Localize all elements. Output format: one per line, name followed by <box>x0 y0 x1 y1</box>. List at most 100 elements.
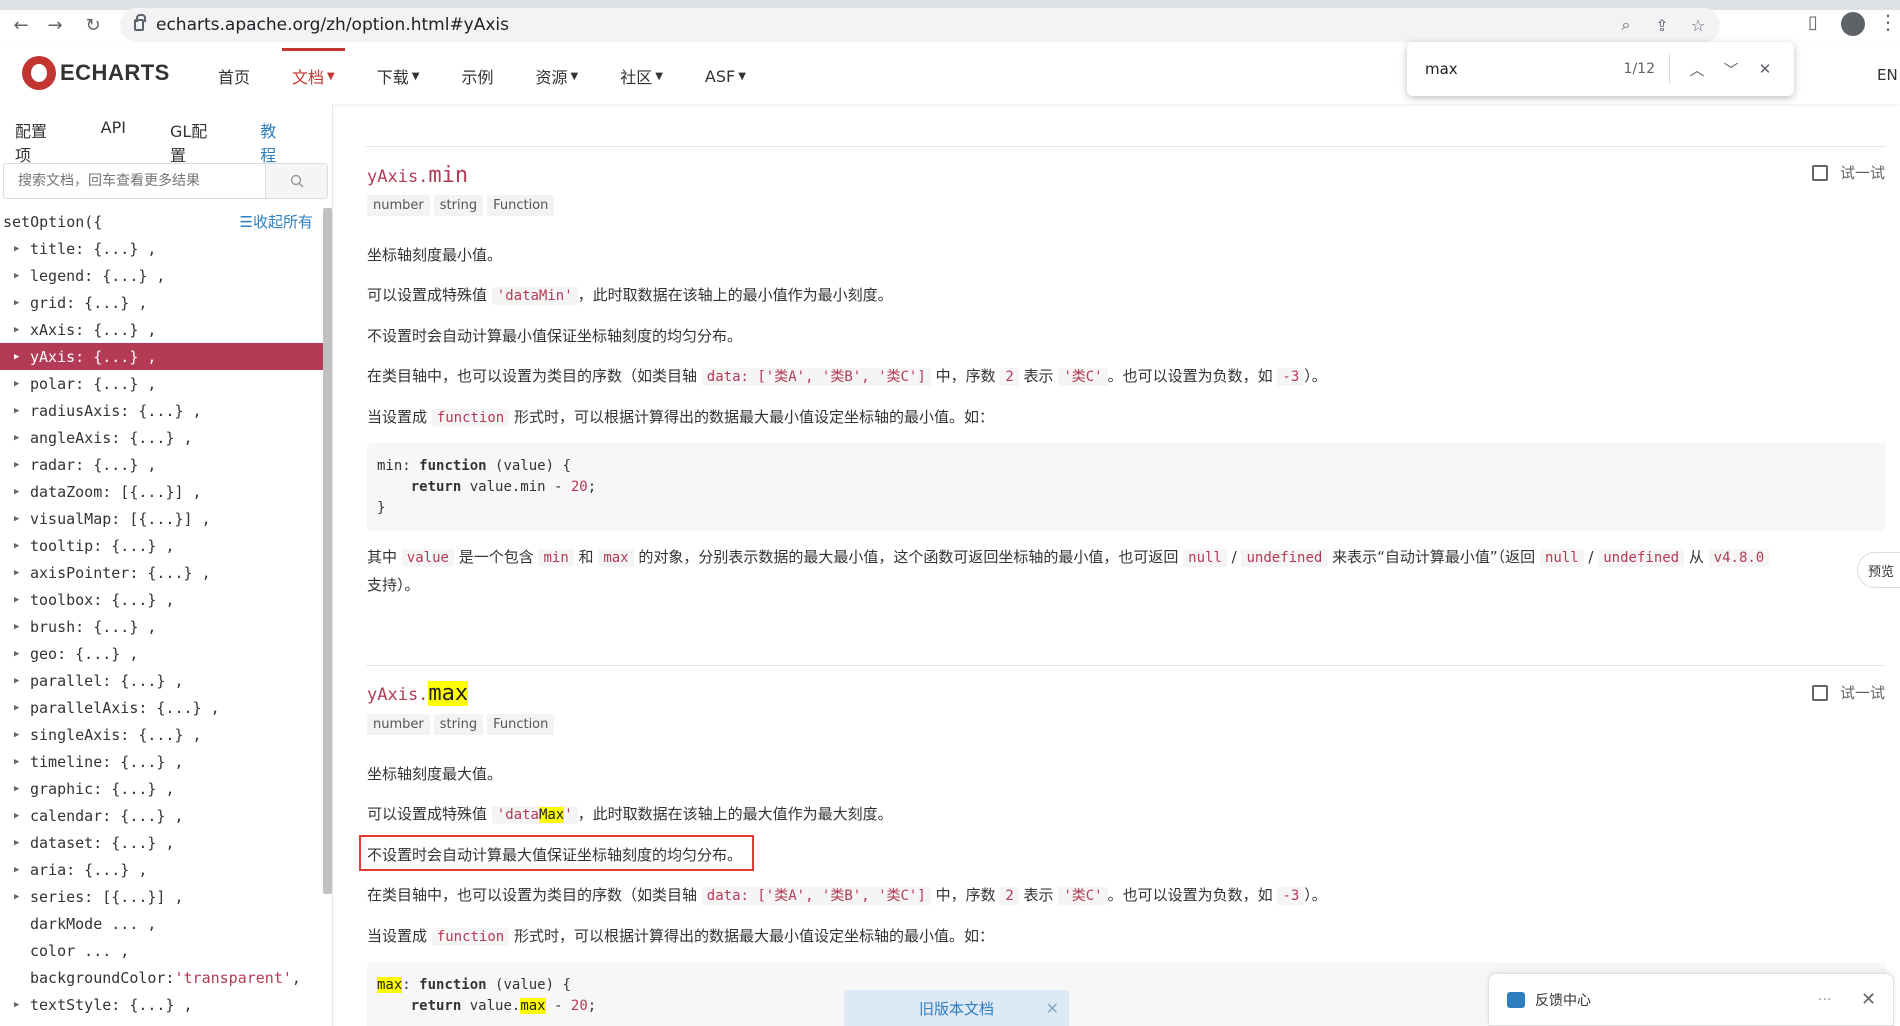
tree-item[interactable]: ▶ radiusAxis: {...} , <box>0 397 323 424</box>
lock-icon <box>134 14 146 31</box>
type-badge: string <box>433 195 484 216</box>
reload-icon[interactable]: ↻ <box>80 12 106 38</box>
caret-right-icon: ▶ <box>14 405 20 416</box>
language-switch[interactable]: EN <box>1877 66 1898 84</box>
try-button[interactable]: 试一试 <box>1812 162 1885 183</box>
find-close-icon[interactable]: ✕ <box>1752 56 1778 82</box>
sidebar-tabs: 配置项 API GL配置 教程 <box>15 118 332 166</box>
find-bar: 1/12 ︿ ﹀ ✕ <box>1407 42 1794 96</box>
tree-item[interactable]: ▶ polar: {...} , <box>0 370 323 397</box>
tree-item-label: grid: {...} , <box>30 293 148 312</box>
tab-api[interactable]: API <box>101 118 126 166</box>
address-bar[interactable]: echarts.apache.org/zh/option.html#yAxis … <box>120 8 1720 42</box>
tree-item[interactable]: ▶ grid: {...} , <box>0 289 323 316</box>
tree-item[interactable]: ▶ angleAxis: {...} , <box>0 424 323 451</box>
back-icon[interactable]: ← <box>8 12 34 38</box>
tree-item[interactable]: ▶ parallelAxis: {...} , <box>0 694 323 721</box>
tree-item-label: singleAxis: {...} , <box>30 725 202 744</box>
desc-text: 可以设置成特殊值 'dataMax' ，此时取数据在该轴上的最大值作为最大刻度。 <box>367 805 893 824</box>
feedback-panel[interactable]: 反馈中心 ··· ✕ <box>1488 973 1894 1026</box>
tree-item[interactable]: ▶ title: {...} , <box>0 235 323 262</box>
forward-icon[interactable]: → <box>42 12 68 38</box>
profile-avatar[interactable] <box>1841 12 1865 36</box>
tree-item[interactable]: ▶ calendar: {...} , <box>0 802 323 829</box>
close-icon[interactable]: ✕ <box>1046 999 1059 1018</box>
browser-menu-icon[interactable]: ⋮ <box>1878 10 1898 34</box>
nav-download[interactable]: 下载 ▼ <box>367 48 430 104</box>
tree-item-label: polar: {...} , <box>30 374 157 393</box>
tab-gl-option[interactable]: GL配置 <box>170 118 216 166</box>
prop-types: number string Function <box>367 195 555 216</box>
tree-item[interactable]: ▶ yAxis: {...} , <box>0 343 323 370</box>
search-button[interactable] <box>265 164 327 198</box>
tree-item-comma: , <box>291 968 301 987</box>
desc-text: 支持）。 <box>367 576 420 594</box>
search-input[interactable] <box>4 164 265 198</box>
caret-right-icon: ▶ <box>14 324 20 335</box>
nav-examples[interactable]: 示例 <box>451 48 503 104</box>
caret-right-icon: ▶ <box>14 810 20 821</box>
tree-item[interactable]: ▶ textStyle: {...} , <box>0 991 323 1018</box>
tree-item[interactable]: ▶ dataZoom: [{...}] , <box>0 478 323 505</box>
tree-item[interactable]: ▶ axisPointer: {...} , <box>0 559 323 586</box>
desc-text: 可以设置成特殊值 'dataMin' ，此时取数据在该轴上的最小值作为最小刻度。 <box>367 286 893 305</box>
tree-item[interactable]: ▶ toolbox: {...} , <box>0 586 323 613</box>
preview-tab[interactable]: 预览 <box>1857 552 1900 588</box>
type-badge: Function <box>487 195 555 216</box>
tree-item-label: timeline: {...} , <box>30 752 184 771</box>
tree-item[interactable]: ▶ aria: {...} , <box>0 856 323 883</box>
find-input[interactable] <box>1425 60 1595 78</box>
nav-asf[interactable]: ASF ▼ <box>695 48 756 104</box>
side-panel-icon[interactable]: ▯ <box>1808 12 1818 33</box>
tree-item[interactable]: ▶ geo: {...} , <box>0 640 323 667</box>
tree-item[interactable]: ▶ xAxis: {...} , <box>0 316 323 343</box>
find-separator <box>1669 54 1670 84</box>
tree-item-label: visualMap: [{...}] , <box>30 509 211 528</box>
tree-item[interactable]: ▶ parallel: {...} , <box>0 667 323 694</box>
tree-item[interactable]: ▶ brush: {...} , <box>0 613 323 640</box>
echarts-logo[interactable]: ECHARTS <box>22 56 170 90</box>
tree-item-label: series: [{...}] , <box>30 887 184 906</box>
nav-community[interactable]: 社区 ▼ <box>610 48 673 104</box>
tree-item[interactable]: ▶ visualMap: [{...}] , <box>0 505 323 532</box>
tree-item[interactable]: ▶ series: [{...}] , <box>0 883 323 910</box>
desc-text: 当设置成 function 形式时，可以根据计算得出的数据最大最小值设定坐标轴的… <box>367 927 994 946</box>
tree-item[interactable]: ▶ dataset: {...} , <box>0 829 323 856</box>
tree-item[interactable]: ▶ tooltip: {...} , <box>0 532 323 559</box>
share-icon[interactable]: ⇪ <box>1650 14 1674 36</box>
logo-mark-icon <box>22 56 56 90</box>
find-count: 1/12 <box>1623 61 1655 77</box>
tab-option[interactable]: 配置项 <box>15 118 57 166</box>
caret-right-icon: ▶ <box>14 513 20 524</box>
tree-item-label: aria: {...} , <box>30 860 148 879</box>
tree-item-label: parallel: {...} , <box>30 671 184 690</box>
caret-right-icon: ▶ <box>14 297 20 308</box>
tree-item-label: brush: {...} , <box>30 617 157 636</box>
find-next-icon[interactable]: ﹀ <box>1718 56 1744 82</box>
find-prev-icon[interactable]: ︿ <box>1684 56 1710 82</box>
tree-item[interactable]: darkMode ... , <box>0 910 323 937</box>
caret-right-icon: ▶ <box>14 675 20 686</box>
nav-home[interactable]: 首页 <box>208 48 260 104</box>
tree-item[interactable]: backgroundColor: 'transparent' , <box>0 964 323 991</box>
bookmark-star-icon[interactable]: ☆ <box>1686 14 1710 36</box>
tree-item-label: geo: {...} , <box>30 644 139 663</box>
tree-item-label: toolbox: {...} , <box>30 590 175 609</box>
tree-item[interactable]: ▶ radar: {...} , <box>0 451 323 478</box>
tree-item[interactable]: color ... , <box>0 937 323 964</box>
tab-tutorial[interactable]: 教程 <box>260 118 288 166</box>
nav-docs[interactable]: 文档 ▼ <box>282 48 345 104</box>
tree-item[interactable]: ▶ graphic: {...} , <box>0 775 323 802</box>
old-docs-banner[interactable]: 旧版本文档 ✕ <box>844 990 1069 1026</box>
sidebar-scrollbar[interactable] <box>323 208 332 894</box>
nav-resources[interactable]: 资源 ▼ <box>525 48 588 104</box>
tree-item[interactable]: ▶ singleAxis: {...} , <box>0 721 323 748</box>
tree-item[interactable]: ▶ timeline: {...} , <box>0 748 323 775</box>
try-button[interactable]: 试一试 <box>1812 682 1885 703</box>
caret-right-icon: ▶ <box>14 378 20 389</box>
collapse-all-button[interactable]: ☰收起所有 <box>240 211 313 232</box>
find-in-page-icon[interactable]: ⌕ <box>1614 14 1638 36</box>
tree-item[interactable]: ▶ legend: {...} , <box>0 262 323 289</box>
close-icon[interactable]: ✕ <box>1861 989 1876 1010</box>
more-icon[interactable]: ··· <box>1818 992 1831 1008</box>
